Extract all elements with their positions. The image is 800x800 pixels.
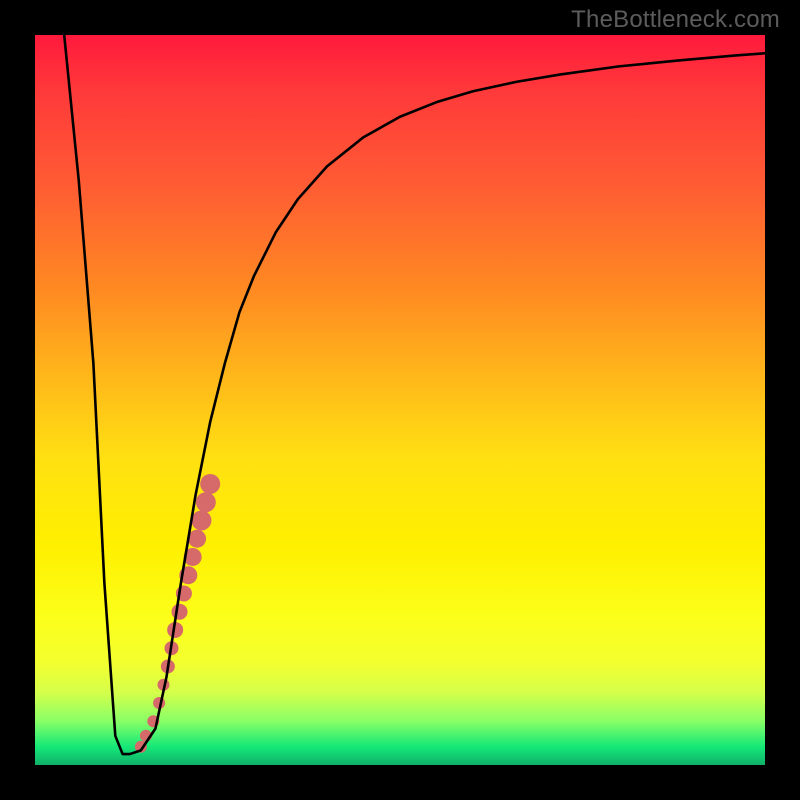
data-dot: [172, 604, 188, 620]
data-dot: [200, 474, 220, 494]
data-dot: [196, 492, 216, 512]
chart-frame: TheBottleneck.com: [0, 0, 800, 800]
data-dot: [188, 530, 206, 548]
watermark-text: TheBottleneck.com: [571, 6, 780, 34]
plot-area: [35, 35, 765, 765]
chart-svg: [35, 35, 765, 765]
data-dot: [191, 510, 211, 530]
